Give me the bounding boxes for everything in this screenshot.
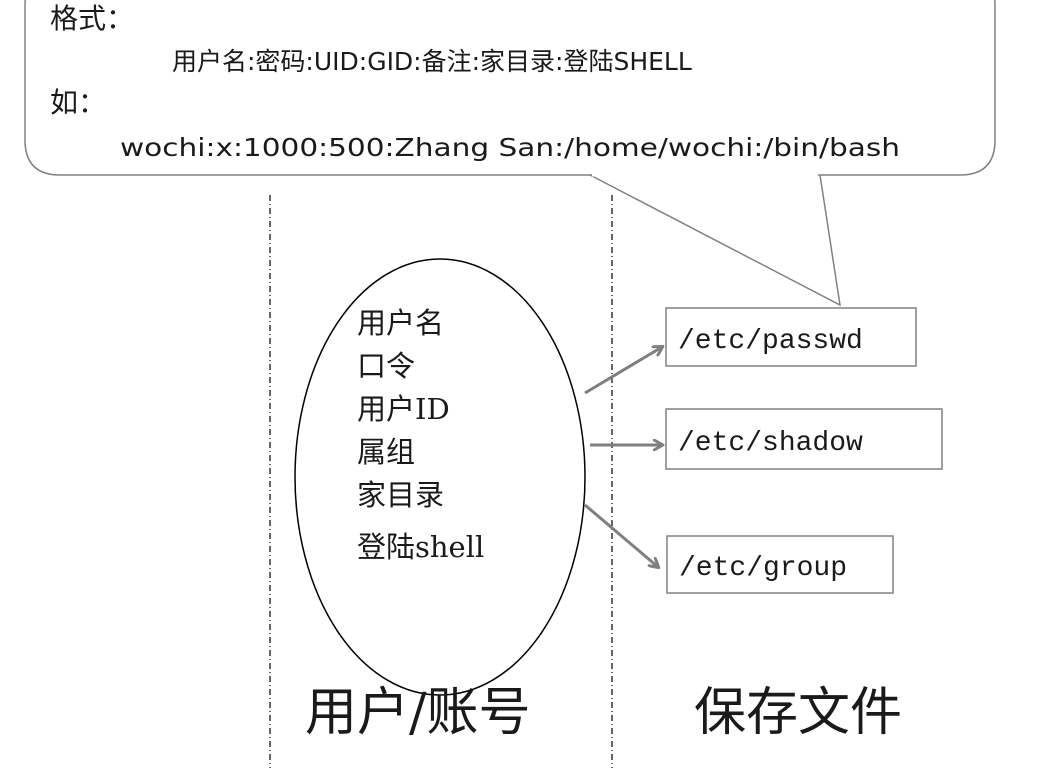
example-label: 如：: [50, 86, 106, 119]
field-group: 属组: [357, 435, 415, 469]
account-files-diagram: 格式： 用户名:密码:UID:GID:备注:家目录:登陆SHELL 如： woc…: [24, 0, 996, 768]
format-spec: 用户名:密码:UID:GID:备注:家目录:登陆SHELL: [172, 47, 692, 76]
passwd-file-label: /etc/passwd: [678, 326, 863, 357]
shadow-file-label: /etc/shadow: [678, 428, 863, 459]
accounts-column-caption: 用户/账号: [305, 683, 531, 743]
field-home-dir: 家目录: [357, 478, 444, 512]
field-password: 口令: [357, 349, 415, 383]
diagram-canvas: 格式： 用户名:密码:UID:GID:备注:家目录:登陆SHELL 如： woc…: [0, 0, 1064, 768]
arrow-to-group: [584, 503, 658, 567]
arrow-to-passwd: [584, 347, 662, 395]
format-label: 格式：: [50, 2, 134, 35]
field-login-shell: 登陆shell: [357, 530, 484, 564]
field-username: 用户名: [357, 306, 444, 340]
files-column-caption: 保存文件: [694, 683, 902, 743]
field-user-id: 用户ID: [357, 392, 450, 426]
example-value: wochi:x:1000:500:Zhang San:/home/wochi:/…: [120, 133, 900, 162]
group-file-label: /etc/group: [679, 553, 847, 584]
